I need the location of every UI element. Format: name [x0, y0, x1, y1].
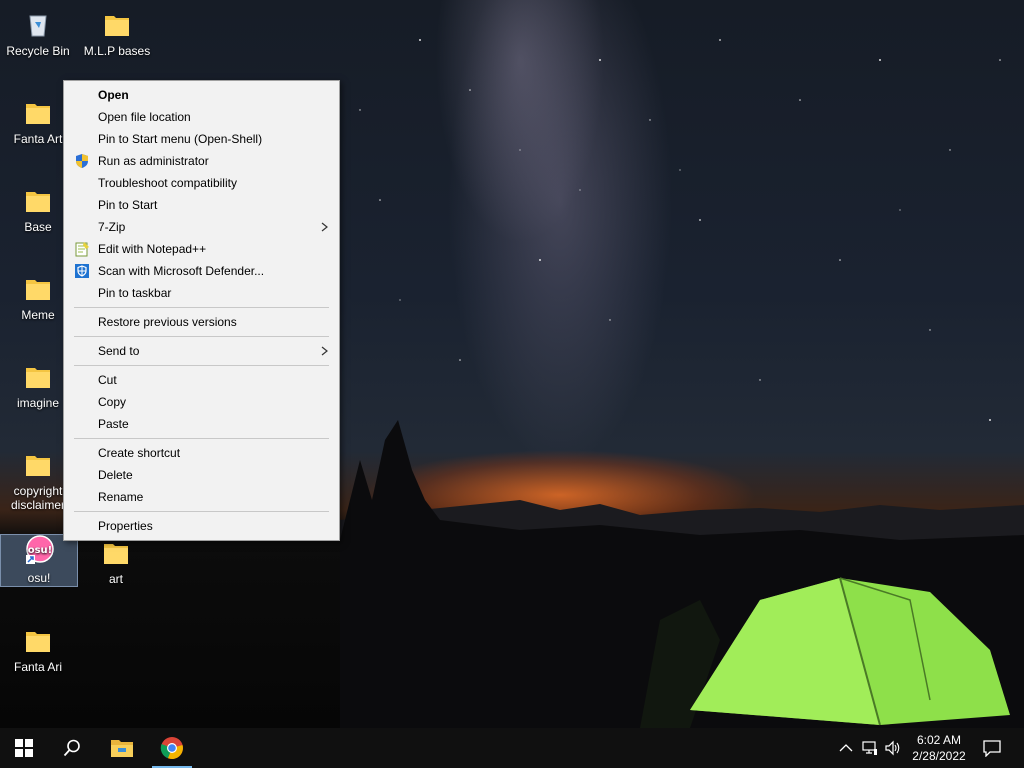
- notification-icon[interactable]: [983, 739, 1001, 757]
- menu-item-properties[interactable]: Properties: [64, 515, 339, 537]
- search-icon: [63, 739, 80, 757]
- folder-icon: [26, 192, 50, 212]
- menu-item-pin-to-taskbar[interactable]: Pin to taskbar: [64, 282, 339, 304]
- menu-item-run-as-administrator[interactable]: Run as administrator: [64, 150, 339, 172]
- windows-start-icon: [15, 739, 33, 757]
- network-icon[interactable]: [862, 740, 878, 756]
- menu-item-delete[interactable]: Delete: [64, 464, 339, 486]
- desktop-icon-art[interactable]: art: [78, 536, 154, 586]
- file-explorer-taskbar-button[interactable]: [98, 728, 146, 768]
- chevron-right-icon: [321, 222, 328, 232]
- desktop-icon-recycle-bin[interactable]: Recycle Bin: [0, 8, 76, 58]
- menu-separator: [74, 365, 329, 366]
- desktop-icon-fanta-ari[interactable]: Fanta Ari: [0, 624, 76, 674]
- menu-separator: [74, 438, 329, 439]
- menu-item-send-to[interactable]: Send to: [64, 340, 339, 362]
- svg-text:osu!: osu!: [28, 545, 53, 556]
- folder-icon: [26, 280, 50, 300]
- notepad-plus-plus-icon: [75, 242, 89, 257]
- chrome-icon: [160, 737, 183, 760]
- folder-icon: [26, 104, 50, 124]
- chevron-up-icon[interactable]: [838, 740, 854, 756]
- menu-item-cut[interactable]: Cut: [64, 369, 339, 391]
- menu-item-open[interactable]: Open: [64, 84, 339, 106]
- menu-item-7-zip[interactable]: 7-Zip: [64, 216, 339, 238]
- menu-item-pin-to-start-menu-open-shell[interactable]: Pin to Start menu (Open-Shell): [64, 128, 339, 150]
- chrome-taskbar-button[interactable]: [148, 728, 196, 768]
- taskbar: 6:02 AM 2/28/2022: [0, 728, 1024, 768]
- menu-separator: [74, 511, 329, 512]
- menu-item-rename[interactable]: Rename: [64, 486, 339, 508]
- folder-icon: [26, 632, 50, 652]
- search-button[interactable]: [48, 728, 96, 768]
- uac-shield-icon: [76, 154, 88, 168]
- volume-icon[interactable]: [885, 740, 901, 756]
- file-explorer-icon: [111, 740, 133, 757]
- clock-date: 2/28/2022: [912, 749, 966, 763]
- defender-icon: [75, 264, 89, 278]
- recycle-bin-icon: [29, 15, 47, 37]
- menu-item-open-file-location[interactable]: Open file location: [64, 106, 339, 128]
- folder-icon: [105, 16, 129, 36]
- chevron-right-icon: [321, 346, 328, 356]
- menu-item-copy[interactable]: Copy: [64, 391, 339, 413]
- menu-item-scan-with-microsoft-defender[interactable]: Scan with Microsoft Defender...: [64, 260, 339, 282]
- menu-item-create-shortcut[interactable]: Create shortcut: [64, 442, 339, 464]
- start-button[interactable]: [0, 728, 48, 768]
- desktop-icon-osu[interactable]: osu! osu!: [0, 534, 78, 587]
- menu-item-restore-previous-versions[interactable]: Restore previous versions: [64, 311, 339, 333]
- system-clock[interactable]: 6:02 AM 2/28/2022: [903, 732, 975, 764]
- menu-item-paste[interactable]: Paste: [64, 413, 339, 435]
- menu-item-edit-with-notepad-plus-plus[interactable]: Edit with Notepad++: [64, 238, 339, 260]
- desktop-icon-mlp-bases[interactable]: M.L.P bases: [78, 8, 156, 58]
- menu-item-pin-to-start[interactable]: Pin to Start: [64, 194, 339, 216]
- folder-icon: [26, 368, 50, 388]
- osu-icon: osu!: [26, 535, 54, 564]
- menu-separator: [74, 307, 329, 308]
- context-menu: Open Open file location Pin to Start men…: [63, 80, 340, 541]
- menu-separator: [74, 336, 329, 337]
- folder-icon: [26, 456, 50, 476]
- clock-time: 6:02 AM: [916, 733, 962, 747]
- menu-item-troubleshoot-compatibility[interactable]: Troubleshoot compatibility: [64, 172, 339, 194]
